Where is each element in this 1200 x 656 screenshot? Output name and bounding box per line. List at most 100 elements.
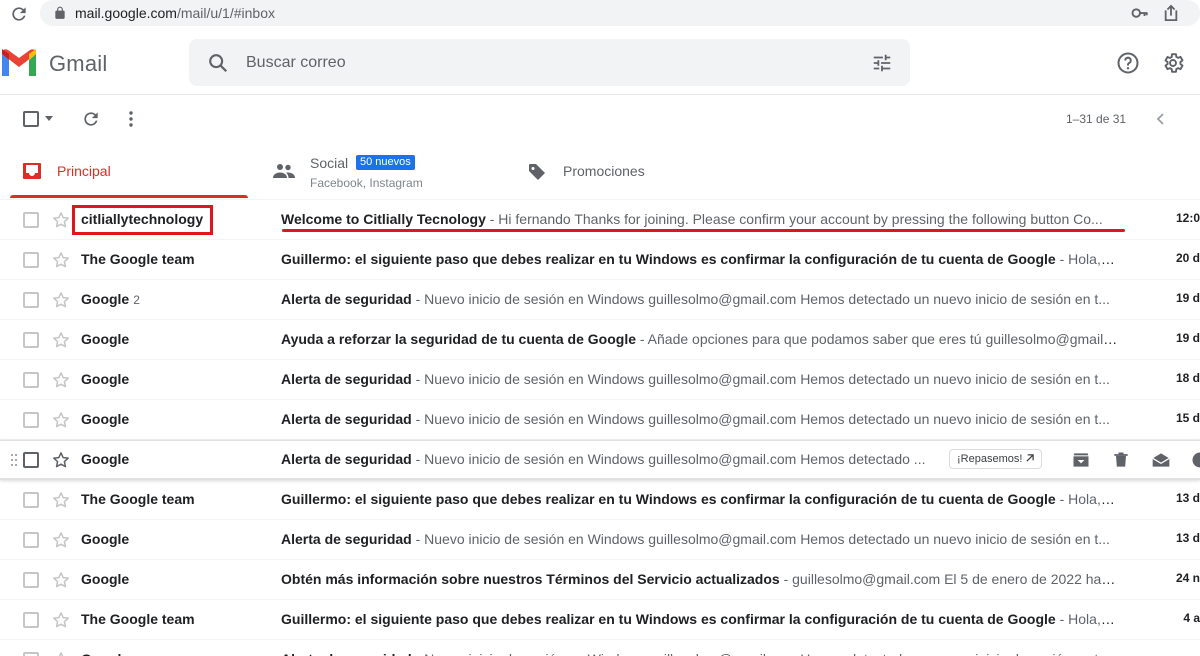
email-date: 13 d <box>1175 491 1200 505</box>
help-icon[interactable] <box>1116 51 1140 75</box>
row-checkbox[interactable] <box>23 612 39 628</box>
sender-name: Google <box>81 451 130 467</box>
row-checkbox[interactable] <box>23 372 39 388</box>
email-subject: Obtén más información sobre nuestros Tér… <box>281 571 780 587</box>
sender-name: Google <box>81 531 130 547</box>
star-icon[interactable] <box>51 370 71 390</box>
app-name[interactable]: Gmail <box>49 51 107 77</box>
star-icon[interactable] <box>51 210 71 230</box>
select-dropdown-icon[interactable] <box>45 116 53 121</box>
key-icon[interactable] <box>1131 5 1149 21</box>
star-icon[interactable] <box>51 490 71 510</box>
email-row[interactable]: Google Alerta de seguridad - Nuevo inicio… <box>0 360 1200 400</box>
email-row[interactable]: Google Alerta de seguridad - Nuevo inicio… <box>0 400 1200 440</box>
email-preview: Welcome to Citlially Tecnology - Hi fern… <box>281 211 1118 227</box>
url-text[interactable]: mail.google.com/mail/u/1/#inbox <box>75 5 275 21</box>
email-preview: Guillermo: el siguiente paso que debes r… <box>281 251 1118 267</box>
email-date: 19 d <box>1175 331 1200 345</box>
email-snippet: - Nuevo inicio de sesión en Windows guil… <box>411 411 1110 427</box>
gmail-logo-icon[interactable] <box>0 48 38 78</box>
star-icon[interactable] <box>51 410 71 430</box>
email-sender: Google <box>81 451 129 467</box>
email-snippet: - Añade opciones para que podamos saber … <box>636 331 1118 347</box>
drag-handle-icon[interactable] <box>10 453 18 467</box>
review-chip[interactable]: ¡Repasemos! <box>949 449 1043 469</box>
email-row[interactable]: Google Alerta de seguridad - Nuevo inicio… <box>0 520 1200 560</box>
star-icon[interactable] <box>51 450 71 470</box>
row-checkbox[interactable] <box>23 652 39 656</box>
email-date: 4 a <box>1183 611 1200 625</box>
row-checkbox[interactable] <box>23 412 39 428</box>
search-options-icon[interactable] <box>871 52 893 74</box>
annotation-box <box>72 205 213 235</box>
lock-icon[interactable] <box>53 6 67 20</box>
email-sender: The Google team <box>81 611 195 627</box>
delete-icon[interactable] <box>1111 450 1131 470</box>
chevron-left-icon[interactable] <box>1153 111 1169 127</box>
email-row[interactable]: Google Alerta de seguridad - Nuevo inicio… <box>0 440 1200 480</box>
sender-name: The Google team <box>81 491 195 507</box>
url-path: /mail/u/1/#inbox <box>176 5 275 21</box>
row-checkbox[interactable] <box>23 452 39 468</box>
email-row[interactable]: The Google team Guillermo: el siguiente p… <box>0 480 1200 520</box>
email-row[interactable]: The Google team Guillermo: el siguiente p… <box>0 240 1200 280</box>
search-input[interactable] <box>246 52 846 74</box>
open-external-icon <box>1026 454 1035 462</box>
row-checkbox[interactable] <box>23 572 39 588</box>
tab-promociones-label: Promociones <box>563 163 645 179</box>
email-snippet: - Nuevo inicio de sesión en Windows guil… <box>412 651 1110 656</box>
email-snippet: - Hola, Gui... <box>1059 491 1118 507</box>
mark-read-icon[interactable] <box>1151 450 1171 470</box>
email-row[interactable]: The Google team Guillermo: el siguiente p… <box>0 600 1200 640</box>
row-checkbox[interactable] <box>23 492 39 508</box>
tab-principal[interactable]: Principal <box>0 143 249 199</box>
email-preview: Alerta de seguridad - Nuevo inicio de se… <box>281 411 1118 427</box>
star-icon[interactable] <box>51 610 71 630</box>
email-row[interactable]: Google Ayuda a reforzar la seguridad de t… <box>0 320 1200 360</box>
email-row[interactable]: Google Obtén más información sobre nuestr… <box>0 560 1200 600</box>
people-icon <box>273 164 295 178</box>
email-preview: Guillermo: el siguiente paso que debes r… <box>281 491 1118 507</box>
star-icon[interactable] <box>51 650 71 656</box>
tab-social-senders: Facebook, Instagram <box>310 176 423 190</box>
row-checkbox[interactable] <box>23 212 39 228</box>
tab-promociones[interactable]: Promociones <box>520 143 760 199</box>
email-preview: Alerta de seguridad - Nuevo inicio de se… <box>281 371 1118 387</box>
email-date: 15 d <box>1175 411 1200 425</box>
refresh-icon[interactable] <box>81 109 101 129</box>
email-snippet: - Hi fernando Thanks for joining. Please… <box>485 211 1103 227</box>
star-icon[interactable] <box>51 290 71 310</box>
row-checkbox[interactable] <box>23 332 39 348</box>
star-icon[interactable] <box>51 330 71 350</box>
archive-icon[interactable] <box>1071 450 1091 470</box>
tab-social[interactable]: Social 50 nuevos Facebook, Instagram <box>260 143 500 199</box>
email-sender: Google <box>81 651 129 656</box>
sender-name: Google <box>81 651 129 656</box>
email-row[interactable]: Google Alerta de seguridad - Nuevo inicio… <box>0 640 1200 656</box>
row-checkbox[interactable] <box>23 532 39 548</box>
select-all-checkbox[interactable] <box>23 111 39 127</box>
email-subject: Ayuda a reforzar la seguridad de tu cuen… <box>281 331 637 347</box>
sender-name: Google <box>81 291 130 307</box>
chip-label: ¡Repasemos! <box>957 453 1023 465</box>
email-sender: The Google team <box>81 251 195 267</box>
email-preview: Alerta de seguridad - Nuevo inicio de se… <box>281 451 929 467</box>
reload-icon[interactable] <box>9 4 29 24</box>
row-checkbox[interactable] <box>23 292 39 308</box>
row-checkbox[interactable] <box>23 252 39 268</box>
email-date: 24 n <box>1175 571 1200 585</box>
star-icon[interactable] <box>51 250 71 270</box>
email-preview: Alerta de seguridad - Nuevo inicio de se… <box>281 651 1118 656</box>
email-sender: Google <box>81 331 129 347</box>
star-icon[interactable] <box>51 530 71 550</box>
email-row[interactable]: Google 2 Alerta de seguridad - Nuevo inici… <box>0 280 1200 320</box>
email-subject: Guillermo: el siguiente paso que debes r… <box>281 251 1056 267</box>
more-vert-icon[interactable] <box>124 109 138 129</box>
search-icon[interactable] <box>207 52 229 74</box>
sender-name: Google <box>81 571 130 587</box>
star-icon[interactable] <box>51 570 71 590</box>
browser-address-bar: mail.google.com/mail/u/1/#inbox <box>0 0 1200 27</box>
snooze-icon[interactable] <box>1190 450 1200 470</box>
share-icon[interactable] <box>1163 4 1179 22</box>
settings-icon[interactable] <box>1161 51 1185 75</box>
